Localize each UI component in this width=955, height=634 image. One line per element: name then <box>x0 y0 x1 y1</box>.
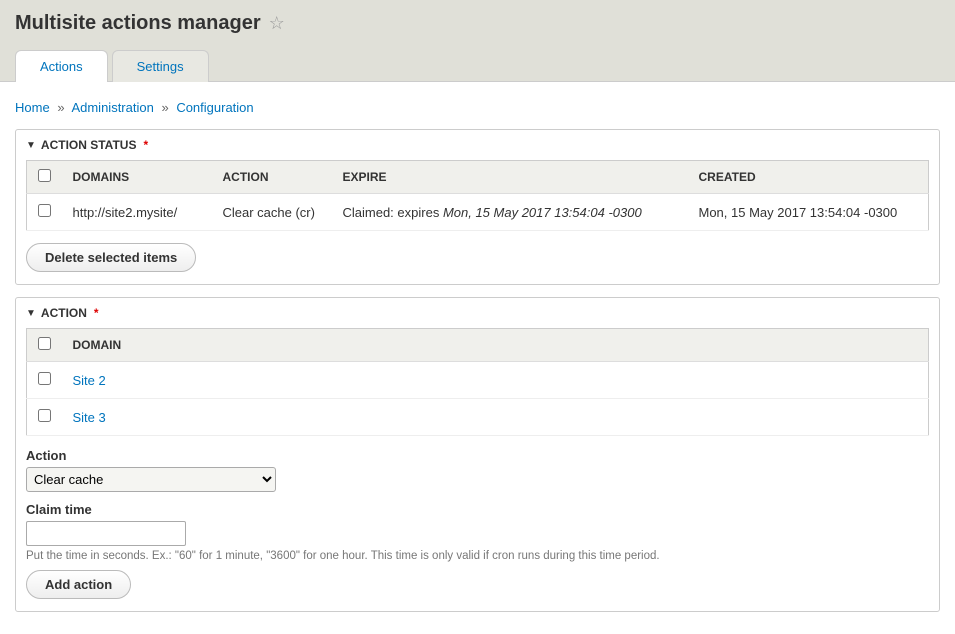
expire-date: Mon, 15 May 2017 13:54:04 -0300 <box>443 205 642 220</box>
favorite-star-icon[interactable]: ☆ <box>269 13 285 34</box>
required-asterisk: * <box>94 306 99 320</box>
delete-selected-button[interactable]: Delete selected items <box>26 243 196 272</box>
domain-table: DOMAIN Site 2 Site 3 <box>26 328 929 436</box>
breadcrumb-separator: » <box>57 100 64 115</box>
breadcrumb: Home » Administration » Configuration <box>15 100 940 115</box>
status-row-checkbox[interactable] <box>38 204 51 217</box>
collapse-arrow-icon: ▼ <box>26 140 36 151</box>
domain-link-site3[interactable]: Site 3 <box>73 410 106 425</box>
breadcrumb-home[interactable]: Home <box>15 100 50 115</box>
page-title: Multisite actions manager <box>15 12 261 35</box>
action-status-legend-text: ACTION STATUS <box>41 138 137 152</box>
expire-prefix: Claimed: expires <box>343 205 443 220</box>
domain-link-site2[interactable]: Site 2 <box>73 373 106 388</box>
status-row-action: Clear cache (cr) <box>213 194 333 231</box>
action-status-fieldset: ▼ ACTION STATUS * DOMAINS ACTION EXPIRE … <box>15 129 940 285</box>
breadcrumb-separator: » <box>161 100 168 115</box>
breadcrumb-administration[interactable]: Administration <box>71 100 153 115</box>
action-legend-text: ACTION <box>41 306 87 320</box>
action-legend[interactable]: ▼ ACTION * <box>16 298 939 328</box>
required-asterisk: * <box>143 138 148 152</box>
domain-row-checkbox[interactable] <box>38 409 51 422</box>
action-status-table: DOMAINS ACTION EXPIRE CREATED http://sit… <box>26 160 929 231</box>
status-row-created: Mon, 15 May 2017 13:54:04 -0300 <box>689 194 929 231</box>
collapse-arrow-icon: ▼ <box>26 308 36 319</box>
tabs-bar: Actions Settings <box>15 50 940 82</box>
claim-time-input[interactable] <box>26 521 186 546</box>
table-row: http://site2.mysite/ Clear cache (cr) Cl… <box>27 194 929 231</box>
tab-settings[interactable]: Settings <box>112 50 209 82</box>
select-all-status-checkbox[interactable] <box>38 169 51 182</box>
claim-time-help: Put the time in seconds. Ex.: "60" for 1… <box>26 550 929 562</box>
status-row-domain: http://site2.mysite/ <box>63 194 213 231</box>
claim-time-label: Claim time <box>26 502 929 517</box>
select-all-domains-checkbox[interactable] <box>38 337 51 350</box>
action-fieldset: ▼ ACTION * DOMAIN Site 2 <box>15 297 940 612</box>
action-select[interactable]: Clear cache <box>26 467 276 492</box>
status-row-expire: Claimed: expires Mon, 15 May 2017 13:54:… <box>333 194 689 231</box>
action-status-legend[interactable]: ▼ ACTION STATUS * <box>16 130 939 160</box>
table-row: Site 2 <box>27 362 929 399</box>
table-row: Site 3 <box>27 399 929 436</box>
column-domains-header: DOMAINS <box>63 161 213 194</box>
tab-actions[interactable]: Actions <box>15 50 108 82</box>
column-domain-header: DOMAIN <box>63 329 929 362</box>
column-created-header: CREATED <box>689 161 929 194</box>
domain-row-checkbox[interactable] <box>38 372 51 385</box>
column-action-header: ACTION <box>213 161 333 194</box>
breadcrumb-configuration[interactable]: Configuration <box>176 100 253 115</box>
column-expire-header: EXPIRE <box>333 161 689 194</box>
add-action-button[interactable]: Add action <box>26 570 131 599</box>
action-select-label: Action <box>26 448 929 463</box>
